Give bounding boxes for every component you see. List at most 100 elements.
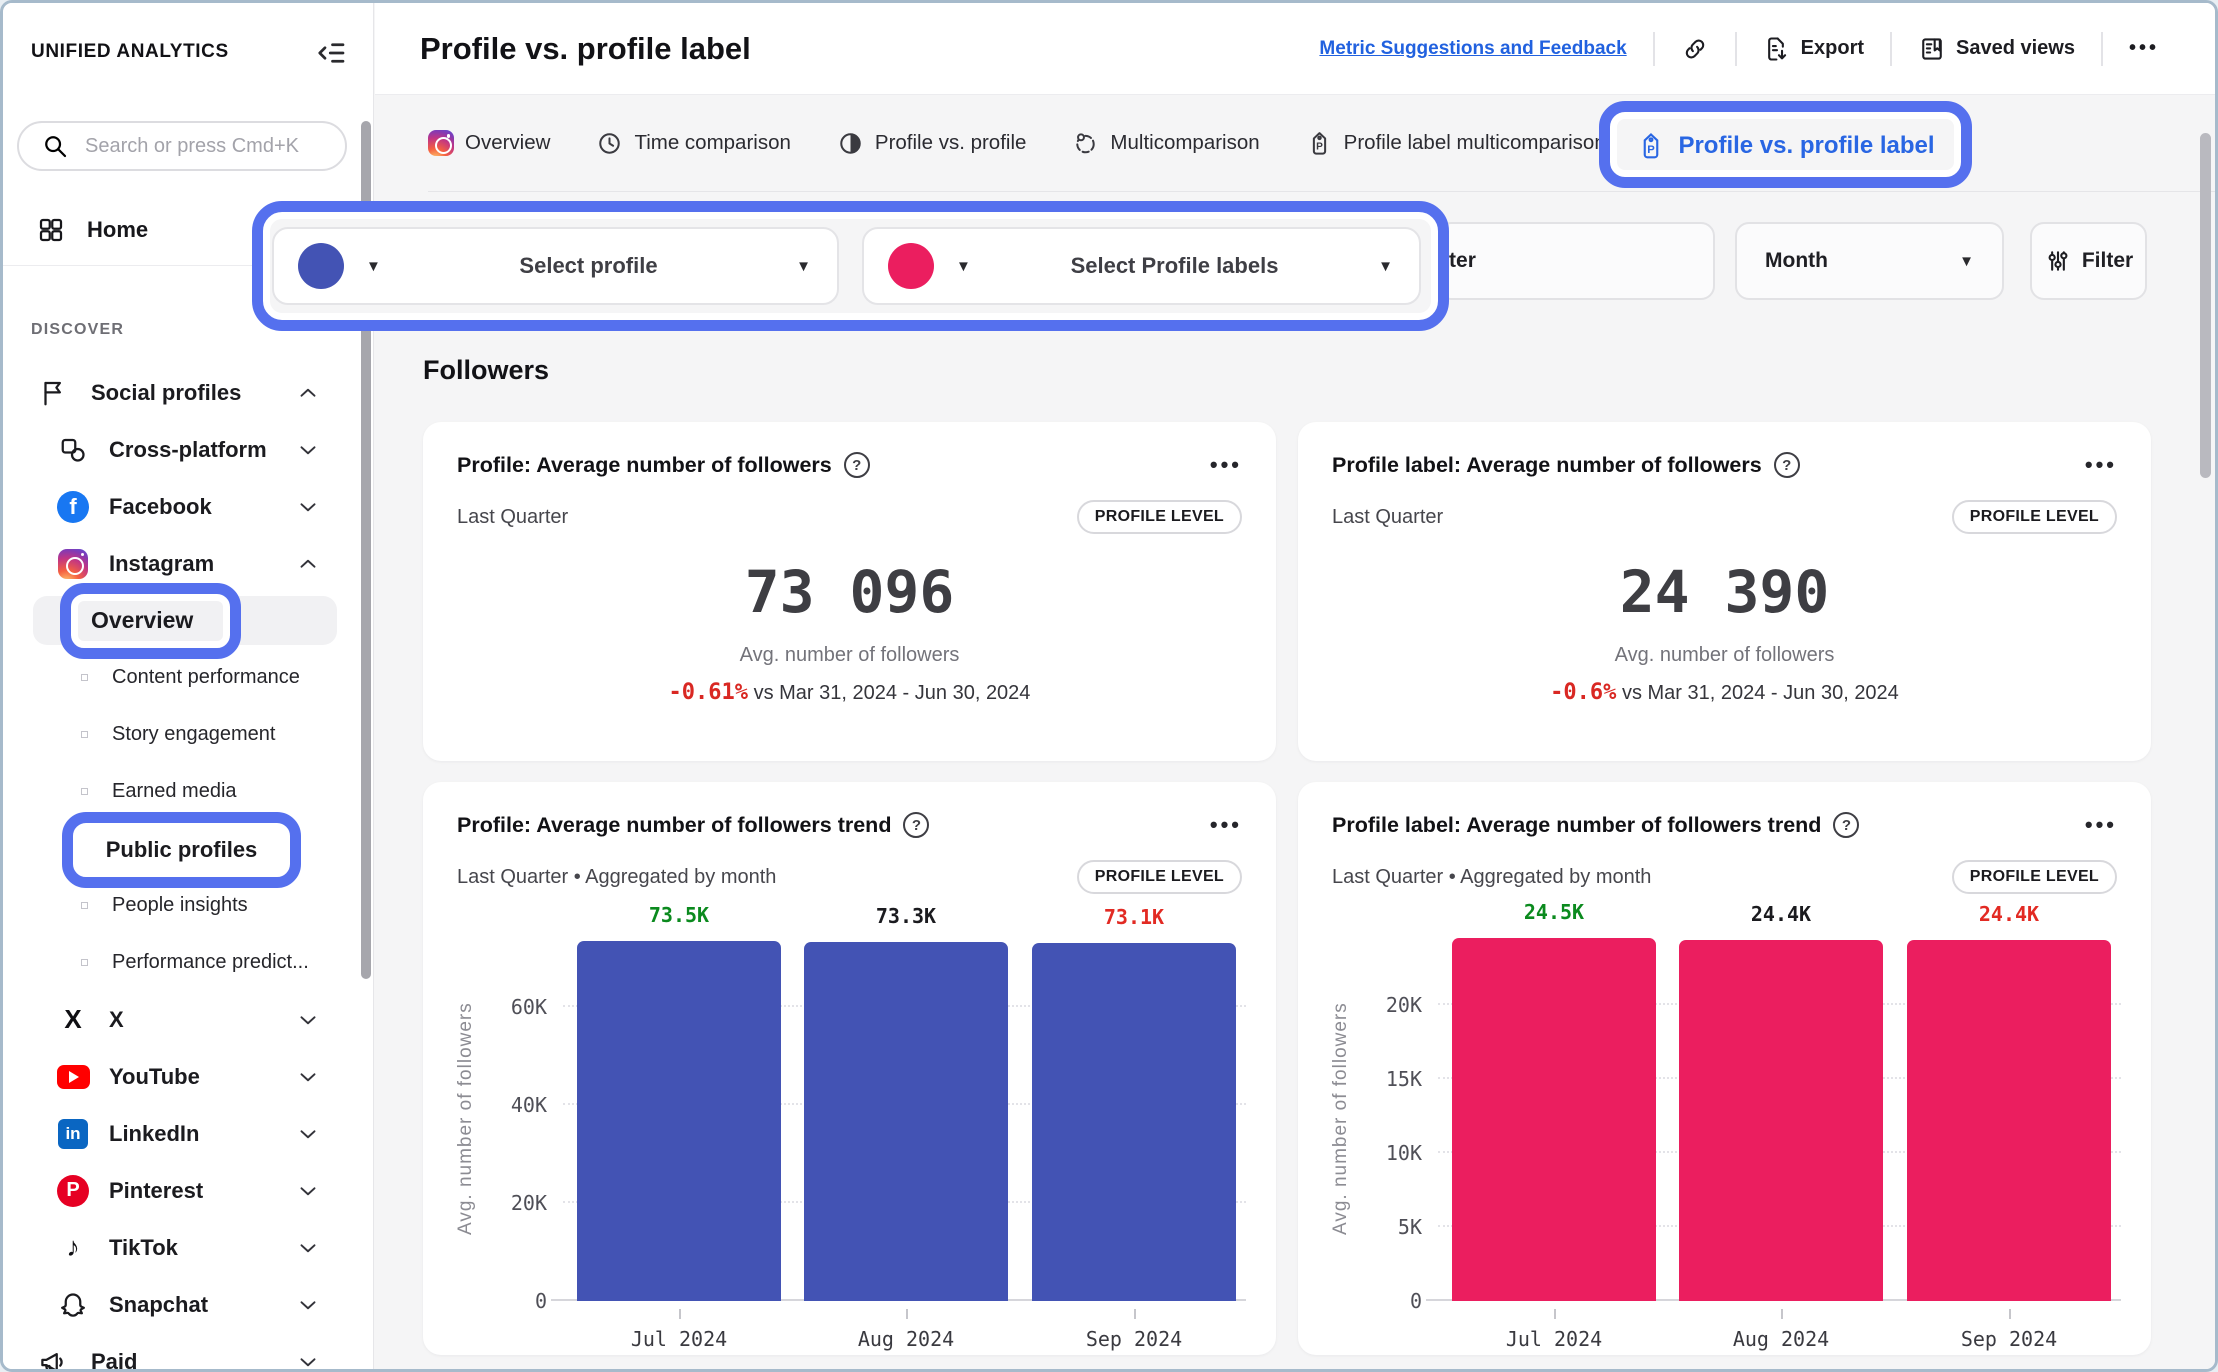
collapse-sidebar-icon[interactable] <box>313 35 349 71</box>
stat-value-label: Avg. number of followers <box>1298 644 2151 667</box>
card-period: Last Quarter <box>457 506 568 529</box>
help-icon[interactable]: ? <box>844 452 870 478</box>
sidebar-item-story-engagement[interactable]: Story engagement <box>3 706 363 763</box>
chevron-up-icon <box>295 551 321 577</box>
delta-percent: -0.61% <box>669 680 748 705</box>
bar-value-label: 73.1K <box>1032 905 1236 929</box>
sidebar-item-facebook[interactable]: fFacebook <box>3 478 363 535</box>
aggregation-value: Month <box>1765 249 1828 273</box>
profile-color-swatch <box>298 243 344 289</box>
card-menu-button[interactable]: ••• <box>1210 812 1242 838</box>
bar[interactable] <box>577 941 781 1301</box>
card-title: Profile: Average number of followers <box>457 453 832 478</box>
stat-value: 73 096 <box>423 558 1276 626</box>
bar[interactable] <box>1032 943 1236 1301</box>
saved-views-button[interactable]: Saved views <box>1918 35 2075 63</box>
youtube-icon <box>55 1060 91 1094</box>
svg-text:P: P <box>1316 141 1323 152</box>
sidebar-item-performance-predict[interactable]: Performance predict... <box>3 934 363 991</box>
y-tick-label: 10K <box>1386 1141 1422 1165</box>
help-icon[interactable]: ? <box>903 812 929 838</box>
annotation-active-tab: P Profile vs. profile label <box>1599 101 1972 188</box>
app-window: UNIFIED ANALYTICS Search or press Cmd+K … <box>0 0 2218 1372</box>
tab-profile-vs-profile[interactable]: Profile vs. profile <box>837 130 1027 157</box>
sidebar-item-label: Performance predict... <box>112 951 309 974</box>
card-menu-button[interactable]: ••• <box>1210 452 1242 478</box>
aggregation-dropdown[interactable]: Month ▼ <box>1735 222 2004 300</box>
bar[interactable] <box>1452 938 1656 1301</box>
chevron-down-icon <box>295 1121 321 1147</box>
card-menu-button[interactable]: ••• <box>2085 452 2117 478</box>
tab-time-comparison[interactable]: Time comparison <box>596 130 790 157</box>
tab-profile-label-multicomparison[interactable]: PProfile label multicomparison <box>1306 130 1606 157</box>
sidebar-item-label: People insights <box>112 894 248 917</box>
bar[interactable] <box>1679 940 1883 1301</box>
feedback-link[interactable]: Metric Suggestions and Feedback <box>1319 38 1626 60</box>
sidebar-item-paid[interactable]: Paid <box>3 1333 363 1372</box>
tab-multicomparison[interactable]: Multicomparison <box>1072 130 1259 157</box>
sidebar-item-linkedin[interactable]: inLinkedIn <box>3 1105 363 1162</box>
sidebar-item-tiktok[interactable]: ♪TikTok <box>3 1219 363 1276</box>
sidebar-item-snapchat[interactable]: Snapchat <box>3 1276 363 1333</box>
filter-button[interactable]: Filter <box>2030 222 2147 300</box>
tag-icon: P <box>1306 130 1333 157</box>
select-profile-dropdown[interactable]: ▼ Select profile ▼ <box>272 227 839 305</box>
tab-overview[interactable]: Overview <box>428 130 550 156</box>
annotation-active-tab-label[interactable]: Profile vs. profile label <box>1678 132 1934 160</box>
help-icon[interactable]: ? <box>1833 812 1859 838</box>
x-tick <box>906 1309 908 1319</box>
help-icon[interactable]: ? <box>1774 452 1800 478</box>
divider <box>1735 32 1737 66</box>
stat-delta: -0.6% vs Mar 31, 2024 - Jun 30, 2024 <box>1298 680 2151 705</box>
stat-card-profile-label: Profile label: Average number of followe… <box>1298 422 2151 761</box>
x-tick-label: Jul 2024 <box>1452 1327 1656 1351</box>
annotation-filters: ▼ Select profile ▼ ▼ Select Profile labe… <box>252 201 1449 331</box>
chevron-down-icon <box>295 494 321 520</box>
bar-value-label: 24.4K <box>1907 902 2111 926</box>
header-more-button[interactable]: ••• <box>2129 37 2159 60</box>
share-link-icon[interactable] <box>1681 35 1709 63</box>
stat-value: 24 390 <box>1298 558 2151 626</box>
megaphone-icon <box>35 1345 71 1372</box>
annotation-public-profiles-label[interactable]: Public profiles <box>106 837 258 863</box>
sidebar-item-x[interactable]: XX <box>3 991 363 1048</box>
page-header: Profile vs. profile label Metric Suggest… <box>375 3 2215 95</box>
export-button[interactable]: Export <box>1763 35 1864 63</box>
sidebar-item-cross-platform[interactable]: Cross-platform <box>3 421 363 478</box>
x-tick-label: Aug 2024 <box>804 1327 1008 1351</box>
main-scrollbar[interactable] <box>2200 133 2211 478</box>
profile-level-badge: PROFILE LEVEL <box>1077 500 1242 534</box>
section-title: Followers <box>423 355 549 386</box>
y-tick-label: 40K <box>511 1093 547 1117</box>
instagram-icon <box>428 130 454 156</box>
profile-labels-color-swatch <box>888 243 934 289</box>
bullet-icon <box>81 959 88 966</box>
linkedin-icon: in <box>55 1117 91 1151</box>
period-dropdown[interactable]: Last Quarter <box>1437 222 1715 300</box>
stat-card-profile: Profile: Average number of followers ? •… <box>423 422 1276 761</box>
facebook-icon: f <box>55 490 91 524</box>
search-icon <box>37 129 73 163</box>
chevron-down-icon <box>295 1292 321 1318</box>
bar-value-label: 24.5K <box>1452 900 1656 924</box>
select-profile-labels-dropdown[interactable]: ▼ Select Profile labels ▼ <box>862 227 1421 305</box>
x-tick-label: Aug 2024 <box>1679 1327 1883 1351</box>
stat-delta: -0.61% vs Mar 31, 2024 - Jun 30, 2024 <box>423 680 1276 705</box>
card-title: Profile label: Average number of followe… <box>1332 813 1821 838</box>
card-menu-button[interactable]: ••• <box>2085 812 2117 838</box>
x-tick <box>1134 1309 1136 1319</box>
clock-icon <box>596 130 623 157</box>
sidebar-item-label: Social profiles <box>91 380 241 406</box>
y-tick-label: 5K <box>1398 1215 1422 1239</box>
bar[interactable] <box>1907 940 2111 1301</box>
y-axis-label: Avg. number of followers <box>451 962 481 1275</box>
x-tick <box>1781 1309 1783 1319</box>
divider <box>2101 32 2103 66</box>
annotation-overview <box>60 583 241 659</box>
sidebar-item-youtube[interactable]: YouTube <box>3 1048 363 1105</box>
pinterest-icon: P <box>55 1174 91 1208</box>
bar[interactable] <box>804 942 1008 1301</box>
sidebar-item-social-profiles[interactable]: Social profiles <box>3 364 363 421</box>
sidebar-item-pinterest[interactable]: PPinterest <box>3 1162 363 1219</box>
search-input[interactable]: Search or press Cmd+K <box>17 121 347 171</box>
